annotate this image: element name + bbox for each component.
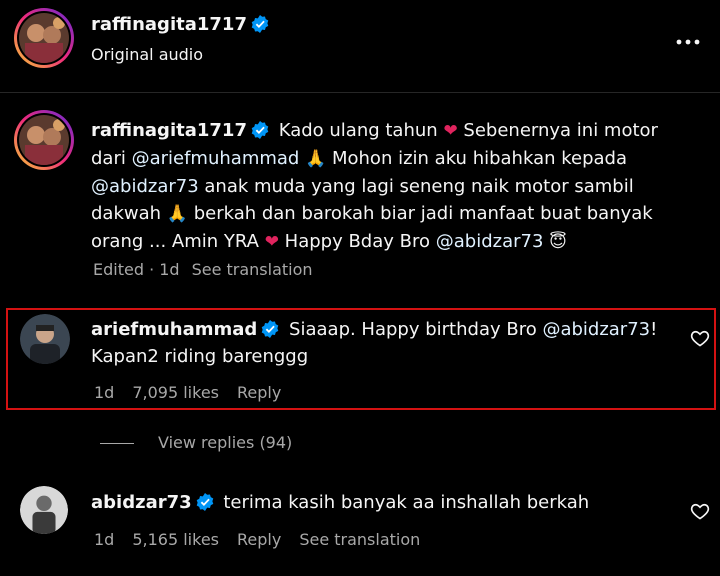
likes-count[interactable]: 5,165 likes (132, 530, 219, 549)
mention-link[interactable]: @abidzar73 (91, 176, 199, 197)
caption-line-1: raffinagita1717 Kado ulang tahun ❤ Seben… (91, 117, 701, 145)
like-heart-icon[interactable] (690, 501, 710, 521)
comment-text-ariefmuhammad: ariefmuhammad Siaaap. Happy birthday Bro… (91, 316, 681, 370)
caption-meta: Edited · 1d See translation (93, 260, 331, 279)
caption-segment: Happy Bday Bro (284, 231, 436, 252)
caption-line-4: dakwah 🙏 berkah dan barokah biar jadi ma… (91, 200, 701, 228)
view-replies-button[interactable]: View replies (94) (158, 433, 292, 452)
caption-edited-time: Edited · 1d (93, 260, 180, 279)
caption-line-3: @abidzar73 anak muda yang lagi seneng na… (91, 173, 701, 200)
header-divider (0, 92, 720, 93)
caption-segment: orang ... Amin YRA (91, 231, 259, 252)
caption-segment: dakwah (91, 203, 162, 224)
comment-line-2: Kapan2 riding barenggg (91, 346, 309, 367)
caption-segment: dari (91, 148, 132, 169)
caption-segment: Kado ulang tahun (278, 120, 438, 141)
caption-segment: berkah dan barokah biar jadi manfaat bua… (193, 203, 653, 224)
verified-icon (251, 121, 269, 139)
folded-hands-emoji: 🙏 (166, 204, 188, 224)
comment-text-abidzar73: abidzar73 terima kasih banyak aa inshall… (91, 489, 681, 516)
comment-segment: Siaaap. Happy birthday Bro (289, 319, 543, 340)
folded-hands-emoji: 🙏 (305, 149, 327, 169)
comment-avatar-ariefmuhammad[interactable] (20, 314, 70, 364)
caption-avatar[interactable] (14, 110, 74, 170)
comment-meta-abidzar73: 1d 5,165 likes Reply See translation (94, 530, 438, 549)
comment-time: 1d (94, 383, 115, 402)
reply-button[interactable]: Reply (237, 383, 281, 402)
red-heart-emoji: ❤ (443, 121, 458, 141)
comment-username[interactable]: abidzar73 (91, 492, 192, 513)
header-username-text[interactable]: raffinagita1717 (91, 14, 247, 35)
reply-button[interactable]: Reply (237, 530, 281, 549)
smiling-face-with-halo-emoji: 😇 (549, 232, 567, 252)
comment-time: 1d (94, 530, 115, 549)
comment-segment: ! (650, 319, 658, 340)
mention-link[interactable]: @abidzar73 (436, 231, 544, 252)
verified-icon (251, 15, 269, 33)
header-avatar[interactable] (14, 8, 74, 68)
caption-text: raffinagita1717 Kado ulang tahun ❤ Seben… (91, 117, 701, 256)
comment-avatar-abidzar73[interactable] (20, 486, 68, 534)
comment-meta-ariefmuhammad: 1d 7,095 likes Reply (94, 383, 299, 402)
mention-link[interactable]: @ariefmuhammad (132, 148, 300, 169)
red-heart-emoji: ❤ (264, 232, 279, 252)
caption-segment: Sebenernya ini motor (463, 120, 658, 141)
like-heart-icon[interactable] (690, 328, 710, 348)
header-username[interactable]: raffinagita1717 (91, 14, 273, 35)
verified-icon (261, 320, 279, 338)
caption-username[interactable]: raffinagita1717 (91, 120, 247, 141)
see-translation-link[interactable]: See translation (299, 530, 420, 549)
more-horizontal-icon[interactable] (676, 30, 700, 48)
comment-username[interactable]: ariefmuhammad (91, 319, 257, 340)
see-translation-link[interactable]: See translation (192, 260, 313, 279)
likes-count[interactable]: 7,095 likes (132, 383, 219, 402)
comment-segment: terima kasih banyak aa inshallah berkah (223, 492, 590, 513)
caption-segment: anak muda yang lagi seneng naik motor sa… (198, 176, 634, 197)
view-replies-line (100, 443, 134, 444)
verified-icon (196, 493, 214, 511)
comment-line-1: ariefmuhammad Siaaap. Happy birthday Bro… (91, 316, 681, 343)
mention-link[interactable]: @abidzar73 (542, 319, 650, 340)
header-subtitle[interactable]: Original audio (91, 45, 203, 64)
caption-line-5: orang ... Amin YRA ❤ Happy Bday Bro @abi… (91, 228, 701, 256)
caption-segment: Mohon izin aku hibahkan kepada (331, 148, 627, 169)
caption-line-2: dari @ariefmuhammad 🙏 Mohon izin aku hib… (91, 145, 701, 173)
